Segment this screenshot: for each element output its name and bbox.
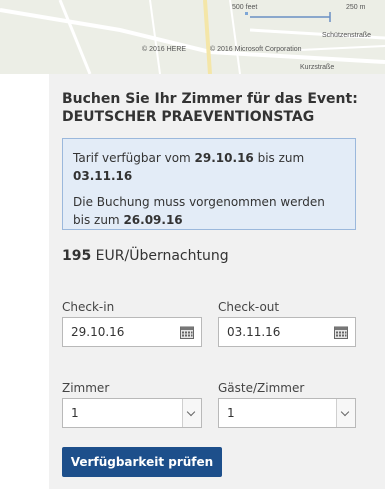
chevron-down-icon[interactable] bbox=[182, 399, 201, 427]
guests-label: Gäste/Zimmer bbox=[218, 381, 305, 395]
rooms-value: 1 bbox=[71, 406, 79, 420]
checkout-label: Check-out bbox=[218, 300, 280, 314]
booking-deadline: Die Buchung muss vorgenommen werden bis … bbox=[73, 193, 345, 229]
calendar-icon[interactable] bbox=[180, 325, 194, 339]
map-scale-feet: 500 feet bbox=[232, 4, 258, 11]
map-street-label: Schützenstraße bbox=[322, 32, 372, 39]
rate-availability: Tarif verfügbar vom 29.10.16 bis zum 03.… bbox=[73, 149, 345, 185]
deadline-prefix: Die Buchung muss vorgenommen werden bis … bbox=[73, 195, 325, 227]
nightly-price: 195 EUR/Übernachtung bbox=[62, 246, 229, 266]
checkin-value: 29.10.16 bbox=[71, 325, 125, 339]
chevron-down-icon[interactable] bbox=[336, 399, 355, 427]
map-attribution-microsoft: © 2016 Microsoft Corporation bbox=[210, 46, 302, 53]
checkin-field[interactable]: 29.10.16 bbox=[62, 317, 202, 347]
rate-mid: bis zum bbox=[253, 151, 305, 165]
guests-select[interactable]: 1 bbox=[218, 398, 356, 428]
rate-to-date: 03.11.16 bbox=[73, 169, 133, 183]
map-street-label-2: Kurzstraße bbox=[300, 64, 335, 71]
rate-from-date: 29.10.16 bbox=[194, 151, 254, 165]
deadline-date: 26.09.16 bbox=[123, 213, 183, 227]
calendar-icon[interactable] bbox=[334, 325, 348, 339]
check-availability-button[interactable]: Verfügbarkeit prüfen bbox=[62, 447, 222, 477]
price-amount: 195 bbox=[62, 248, 92, 264]
event-name: DEUTSCHER PRAEVENTIONSTAG bbox=[62, 109, 315, 125]
rooms-select[interactable]: 1 bbox=[62, 398, 202, 428]
map-attribution-here: © 2016 HERE bbox=[142, 46, 187, 53]
booking-title: Buchen Sie Ihr Zimmer für das Event: DEU… bbox=[62, 90, 362, 126]
booking-title-line1: Buchen Sie Ihr Zimmer für das Event: bbox=[62, 91, 358, 107]
checkout-field[interactable]: 03.11.16 bbox=[218, 317, 356, 347]
checkout-value: 03.11.16 bbox=[227, 325, 281, 339]
checkin-label: Check-in bbox=[62, 300, 115, 314]
map-scale-meters: 250 m bbox=[346, 4, 366, 11]
rate-prefix: Tarif verfügbar vom bbox=[73, 151, 195, 165]
price-unit: EUR/Übernachtung bbox=[91, 248, 229, 264]
map-view[interactable]: 500 feet 250 m Schützenstraße © 2016 HER… bbox=[0, 0, 385, 74]
guests-value: 1 bbox=[227, 406, 235, 420]
booking-panel: Buchen Sie Ihr Zimmer für das Event: DEU… bbox=[49, 74, 385, 489]
rooms-label: Zimmer bbox=[62, 381, 110, 395]
rate-info-box: Tarif verfügbar vom 29.10.16 bis zum 03.… bbox=[62, 138, 356, 230]
